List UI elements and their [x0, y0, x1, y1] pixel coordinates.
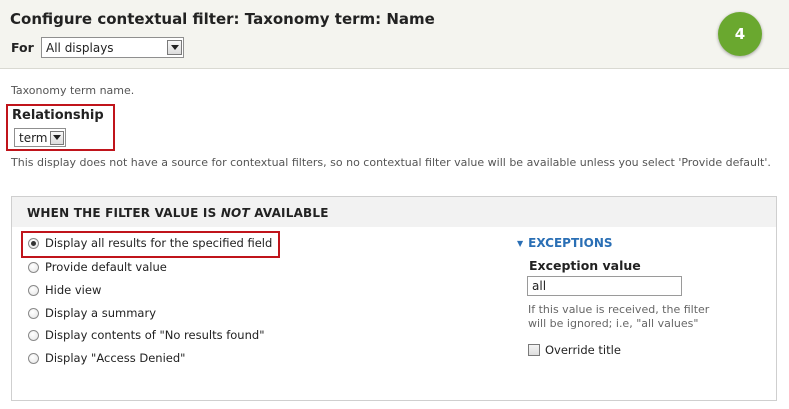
radio-button-checked[interactable]	[28, 237, 39, 249]
radio-option-label: Display a summary	[45, 306, 157, 320]
chevron-down-icon	[167, 40, 182, 55]
chevron-down-icon	[50, 130, 64, 145]
dialog-title: Configure contextual filter: Taxonomy te…	[10, 10, 435, 28]
radio-button[interactable]	[28, 329, 39, 341]
step-number-badge: 4	[718, 12, 762, 56]
for-display-select-value: All displays	[46, 40, 114, 55]
radio-option-label: Display contents of "No results found"	[45, 328, 265, 342]
configure-contextual-filter-dialog: Configure contextual filter: Taxonomy te…	[0, 0, 789, 409]
dialog-header: Configure contextual filter: Taxonomy te…	[0, 0, 789, 69]
exceptions-heading: EXCEPTIONS	[528, 236, 613, 250]
radio-option-summary[interactable]: Display a summary	[28, 306, 156, 320]
exception-help-text: If this value is received, the filter wi…	[528, 303, 710, 330]
fieldset-legend: WHEN THE FILTER VALUE IS NOT AVAILABLE	[27, 206, 329, 220]
radio-button[interactable]	[28, 307, 39, 319]
radio-button[interactable]	[28, 352, 39, 364]
radio-option-provide-default[interactable]: Provide default value	[28, 260, 167, 274]
for-display-select[interactable]: All displays	[41, 37, 184, 58]
radio-option-display-all[interactable]: Display all results for the specified fi…	[28, 236, 272, 250]
radio-option-label: Provide default value	[45, 260, 167, 274]
relationship-select-value: term	[19, 130, 48, 145]
radio-option-no-results[interactable]: Display contents of "No results found"	[28, 328, 264, 342]
override-title-label: Override title	[545, 343, 621, 357]
exceptions-toggle[interactable]: ▼ EXCEPTIONS	[517, 236, 613, 250]
triangle-down-icon: ▼	[517, 238, 524, 248]
exception-value-label: Exception value	[529, 258, 641, 273]
relationship-select[interactable]: term	[14, 128, 66, 147]
radio-option-label: Display "Access Denied"	[45, 351, 186, 365]
radio-option-label: Hide view	[45, 283, 102, 297]
legend-suffix: AVAILABLE	[249, 206, 329, 220]
radio-option-label: Display all results for the specified fi…	[45, 236, 273, 250]
exception-value-input[interactable]	[527, 276, 682, 296]
legend-emphasis: NOT	[220, 206, 250, 220]
legend-prefix: WHEN THE FILTER VALUE IS	[27, 206, 221, 220]
for-label: For	[11, 40, 34, 55]
radio-option-hide-view[interactable]: Hide view	[28, 283, 101, 297]
fieldset-legend-bar: WHEN THE FILTER VALUE IS NOT AVAILABLE	[12, 197, 776, 227]
radio-button[interactable]	[28, 284, 39, 296]
field-description: Taxonomy term name.	[11, 84, 135, 97]
override-title-checkbox[interactable]	[528, 344, 540, 356]
radio-button[interactable]	[28, 261, 39, 273]
radio-option-access-denied[interactable]: Display "Access Denied"	[28, 351, 185, 365]
no-source-warning: This display does not have a source for …	[11, 156, 771, 169]
relationship-label: Relationship	[12, 108, 104, 123]
override-title-option[interactable]: Override title	[528, 343, 621, 357]
filter-unavailable-fieldset: WHEN THE FILTER VALUE IS NOT AVAILABLE	[11, 196, 777, 401]
